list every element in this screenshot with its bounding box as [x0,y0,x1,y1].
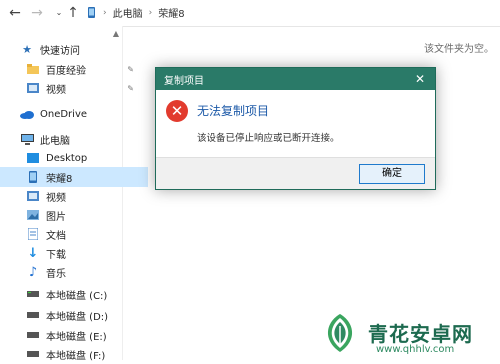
up-button[interactable]: ↑ [66,5,80,21]
watermark-title: 青花安卓网 [368,322,473,346]
close-icon[interactable]: ✕ [413,72,427,86]
drive-icon [26,309,40,321]
copy-error-dialog: 复制项目 ✕ ✕ 无法复制项目 该设备已停止响应或已断开连接。 确定 [155,67,436,190]
sidebar-item-onedrive[interactable]: OneDrive [0,104,142,124]
drive-icon [26,288,40,300]
documents-icon [26,228,40,240]
sidebar-item-downloads[interactable]: ↓ 下载 [0,243,148,263]
phone-icon [86,7,97,18]
crumb-this-pc[interactable]: 此电脑 [113,5,143,20]
chevron-right-icon: › [103,7,107,18]
ok-button[interactable]: 确定 [359,164,425,184]
drive-icon [26,329,40,341]
sidebar-item-videos[interactable]: 视频 [0,186,148,206]
dialog-title: 复制项目 [164,75,204,87]
sidebar-item-drive-e[interactable]: 本地磁盘 (E:) [0,325,148,345]
recent-locations-button[interactable]: ⌄ [52,5,66,21]
scroll-up-arrow[interactable]: ▲ [112,30,120,38]
watermark: 青花安卓网 www.qhhlv.com [316,310,496,358]
dialog-heading: 无法复制项目 [197,104,270,118]
dialog-footer: 确定 [156,157,435,189]
crumb-device[interactable]: 荣耀8 [158,5,184,20]
music-icon: ♪ [28,264,38,280]
chevron-right-icon: › [148,7,153,18]
dialog-message: 该设备已停止响应或已断开连接。 [197,133,340,144]
navigation-pane: ▲ ★ 快速访问 百度经验 ✎ 视频 ✎ OneDrive 此电脑 Deskto… [0,26,148,362]
error-icon: ✕ [166,100,188,122]
sidebar-item-quick-access[interactable]: ★ 快速访问 [0,39,142,59]
sidebar-item-drive-d[interactable]: 本地磁盘 (D:) [0,305,148,325]
cloud-icon [20,108,34,120]
pin-icon[interactable]: ✎ [127,65,134,74]
sidebar-item-pictures[interactable]: 图片 [0,205,148,225]
sidebar-item-videos-pinned[interactable]: 视频 ✎ [0,78,148,98]
address-bar: ← → ⌄ ↑ › 此电脑 › 荣耀8 [0,0,500,27]
desktop-icon [26,152,40,164]
video-folder-icon [26,82,40,94]
sidebar-item-baidu[interactable]: 百度经验 ✎ [0,59,148,79]
sidebar-item-documents[interactable]: 文档 [0,224,148,244]
pictures-icon [26,209,40,221]
sidebar-item-desktop[interactable]: Desktop [0,148,148,168]
dialog-titlebar[interactable]: 复制项目 ✕ [156,68,435,90]
sidebar-item-honor8[interactable]: 荣耀8 [0,167,148,187]
sidebar-item-drive-f[interactable]: 本地磁盘 (F:) [0,344,148,364]
phone-icon [26,171,40,183]
video-folder-icon [26,190,40,202]
empty-folder-message: 该文件夹为空。 [424,44,494,55]
sidebar-item-this-pc[interactable]: 此电脑 [0,129,142,149]
folder-icon [26,63,40,75]
forward-button[interactable]: → [30,5,44,21]
dialog-body: ✕ 无法复制项目 该设备已停止响应或已断开连接。 [156,90,435,157]
sidebar-item-music[interactable]: ♪ 音乐 [0,262,148,282]
star-icon: ★ [22,42,32,56]
pin-icon[interactable]: ✎ [127,84,134,93]
leaf-logo-icon [327,314,353,352]
breadcrumb[interactable]: › 此电脑 › 荣耀8 [86,3,500,22]
sidebar-item-drive-c[interactable]: 本地磁盘 (C:) [0,284,148,304]
drive-icon [26,348,40,360]
watermark-url: www.qhhlv.com [376,344,455,355]
download-icon: ↓ [27,245,39,261]
computer-icon [20,133,34,145]
back-button[interactable]: ← [8,5,22,21]
